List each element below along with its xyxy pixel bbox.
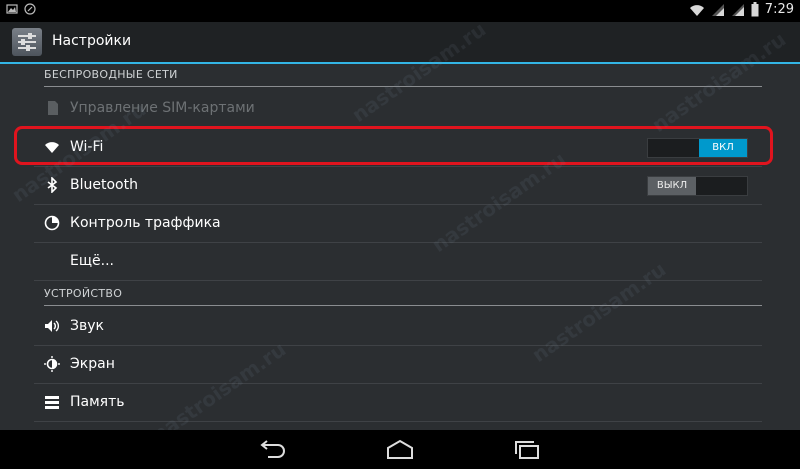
sim-icon [48,101,58,115]
wifi-highlight-frame [14,126,773,165]
signal-icon [711,3,724,16]
notification-area [6,3,36,15]
back-icon[interactable] [258,438,288,460]
wifi-icon [689,4,704,16]
status-icons: 7:29 [689,2,794,17]
display-icon [44,356,60,372]
home-icon[interactable] [385,438,415,460]
bluetooth-toggle[interactable]: ВЫКЛ [647,176,748,196]
bluetooth-icon [47,177,58,193]
battery-icon [751,2,759,17]
settings-app-icon[interactable] [12,28,42,56]
section-header-device: УСТРОЙСТВО [44,283,762,306]
storage-icon [45,396,59,409]
data-usage-icon [44,215,60,231]
settings-item-storage[interactable]: Память [34,383,762,422]
settings-item-sim-management[interactable]: Управление SIM-картами [34,89,762,128]
app-icon [24,3,36,15]
sliders-icon [18,33,36,51]
sound-icon [45,320,60,332]
status-bar: 7:29 [0,0,800,22]
settings-item-data-usage[interactable]: Контроль траффика [34,204,762,243]
settings-item-bluetooth[interactable]: Bluetooth ВЫКЛ [34,166,762,205]
bluetooth-toggle-state: ВЫКЛ [648,177,696,195]
recents-icon[interactable] [512,438,542,460]
clock: 7:29 [764,2,794,17]
action-bar: Настройки [0,22,800,64]
navigation-bar [0,430,800,469]
settings-item-sound[interactable]: Звук [34,307,762,346]
settings-item-more[interactable]: Ещё... [34,242,762,281]
page-title: Настройки [52,33,132,49]
settings-item-display[interactable]: Экран [34,345,762,384]
signal-icon [731,3,744,16]
settings-list: БЕСПРОВОДНЫЕ СЕТИ Управление SIM-картами… [0,64,800,430]
section-header-wireless: БЕСПРОВОДНЫЕ СЕТИ [44,64,762,87]
image-icon [6,4,18,14]
